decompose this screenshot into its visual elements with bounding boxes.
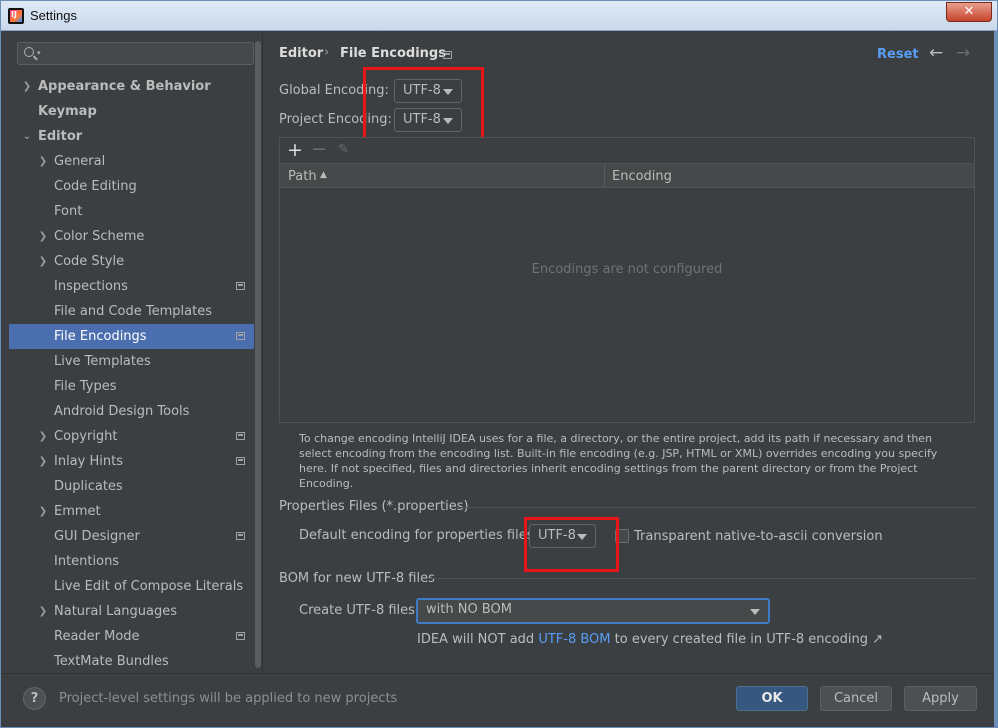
sidebar-item-file-code-templates[interactable]: File and Code Templates [9,299,262,324]
chevron-right-icon[interactable]: ❯ [37,224,49,249]
sidebar-item-appearance-behavior[interactable]: ❯ Appearance & Behavior [9,74,262,99]
section-separator [429,578,975,579]
column-header-encoding[interactable]: Encoding [612,169,672,184]
sidebar-item-copyright[interactable]: ❯ Copyright [9,424,262,449]
forward-arrow-icon[interactable]: → [956,43,970,63]
column-divider[interactable] [604,164,605,188]
cancel-button[interactable]: Cancel [820,686,892,711]
table-header: Path ▲ Encoding [280,163,974,188]
bom-note: IDEA will NOT add UTF-8 BOM to every cre… [417,632,883,647]
properties-section-title: Properties Files (*.properties) [279,499,469,514]
properties-encoding-label: Default encoding for properties files: [299,528,538,543]
title-bar: Settings ✕ [1,1,997,31]
create-utf8-label: Create UTF-8 files: [299,603,420,618]
sidebar-scrollbar-thumb[interactable] [255,41,261,668]
sidebar-item-reader-mode[interactable]: Reader Mode [9,624,262,649]
sidebar-item-file-encodings[interactable]: File Encodings [9,324,262,349]
sidebar-item-duplicates[interactable]: Duplicates [9,474,262,499]
project-scope-icon [236,432,245,440]
sidebar-item-code-editing[interactable]: Code Editing [9,174,262,199]
search-icon [24,47,34,57]
panel-divider[interactable] [262,32,263,673]
sidebar-item-gui-designer[interactable]: GUI Designer [9,524,262,549]
sidebar-item-color-scheme[interactable]: ❯ Color Scheme [9,224,262,249]
sidebar-item-emmet[interactable]: ❯ Emmet [9,499,262,524]
chevron-right-icon[interactable]: ❯ [37,449,49,474]
sidebar-item-code-style[interactable]: ❯ Code Style [9,249,262,274]
settings-window: Settings ✕ ▾ ❯ Appearance & Behavior Key… [0,0,998,728]
project-scope-icon [236,282,245,290]
project-scope-icon [443,51,452,59]
sidebar-item-inspections[interactable]: Inspections [9,274,262,299]
highlight-box [524,517,619,572]
intellij-logo-icon [8,8,24,24]
chevron-right-icon[interactable]: ❯ [21,74,33,99]
window-title: Settings [30,8,77,23]
sidebar-item-textmate-bundles[interactable]: TextMate Bundles [9,649,262,674]
remove-icon[interactable]: − [311,138,327,160]
column-header-path[interactable]: Path [288,169,317,184]
sidebar-item-keymap[interactable]: Keymap [9,99,262,124]
search-field[interactable]: ▾ [17,42,254,65]
highlight-box [363,67,484,148]
reset-button[interactable]: Reset [877,47,919,62]
sidebar-item-natural-languages[interactable]: ❯ Natural Languages [9,599,262,624]
encoding-help-text: To change encoding IntelliJ IDEA uses fo… [299,432,938,490]
bom-section-title: BOM for new UTF-8 files [279,571,435,586]
project-scope-icon [236,457,245,465]
bom-value: with NO BOM [426,602,512,617]
sidebar-item-live-templates[interactable]: Live Templates [9,349,262,374]
dropdown-arrow-icon [750,609,760,615]
sidebar-item-inlay-hints[interactable]: ❯ Inlay Hints [9,449,262,474]
page-title: File Encodings [340,46,446,61]
sidebar-scrollbar[interactable] [254,31,262,672]
sidebar-item-intentions[interactable]: Intentions [9,549,262,574]
sidebar-item-live-edit-compose[interactable]: Live Edit of Compose Literals [9,574,262,599]
sidebar-item-android-design-tools[interactable]: Android Design Tools [9,399,262,424]
ok-button[interactable]: OK [736,686,808,711]
section-separator [456,507,975,508]
footer-status-text: Project-level settings will be applied t… [59,691,398,706]
close-window-button[interactable]: ✕ [946,2,992,22]
encoding-mappings-table: + − ✎ Path ▲ Encoding Encodings are not … [279,137,975,423]
project-scope-icon [236,532,245,540]
window-border [994,31,998,728]
sidebar-item-file-types[interactable]: File Types [9,374,262,399]
help-button[interactable]: ? [23,687,46,710]
bom-note-suffix: to every created file in UTF-8 encoding … [610,632,883,647]
chevron-right-icon[interactable]: ❯ [37,149,49,174]
sidebar-item-font[interactable]: Font [9,199,262,224]
bom-dropdown[interactable]: with NO BOM [416,598,770,624]
sidebar-item-general[interactable]: ❯ General [9,149,262,174]
empty-table-message: Encodings are not configured [531,262,723,277]
breadcrumb-editor: Editor [279,46,324,61]
add-icon[interactable]: + [287,139,303,161]
back-arrow-icon[interactable]: ← [929,43,943,63]
utf8-bom-link[interactable]: UTF-8 BOM [538,632,610,647]
footer-separator [1,673,997,674]
search-history-icon[interactable]: ▾ [37,49,41,57]
settings-sidebar: ▾ ❯ Appearance & Behavior Keymap ⌄ Edito… [9,32,262,673]
breadcrumb-separator-icon: › [324,45,330,60]
sidebar-item-editor[interactable]: ⌄ Editor [9,124,262,149]
chevron-down-icon[interactable]: ⌄ [21,124,33,149]
chevron-right-icon[interactable]: ❯ [37,499,49,524]
project-scope-icon [236,632,245,640]
chevron-right-icon[interactable]: ❯ [37,249,49,274]
apply-button[interactable]: Apply [904,686,977,711]
sort-ascending-icon[interactable]: ▲ [320,170,327,180]
chevron-right-icon[interactable]: ❯ [37,424,49,449]
chevron-right-icon[interactable]: ❯ [37,599,49,624]
project-scope-icon [236,332,245,340]
transparent-conversion-label[interactable]: Transparent native-to-ascii conversion [634,529,883,544]
bom-note-prefix: IDEA will NOT add [417,632,539,647]
edit-icon[interactable]: ✎ [338,142,349,157]
